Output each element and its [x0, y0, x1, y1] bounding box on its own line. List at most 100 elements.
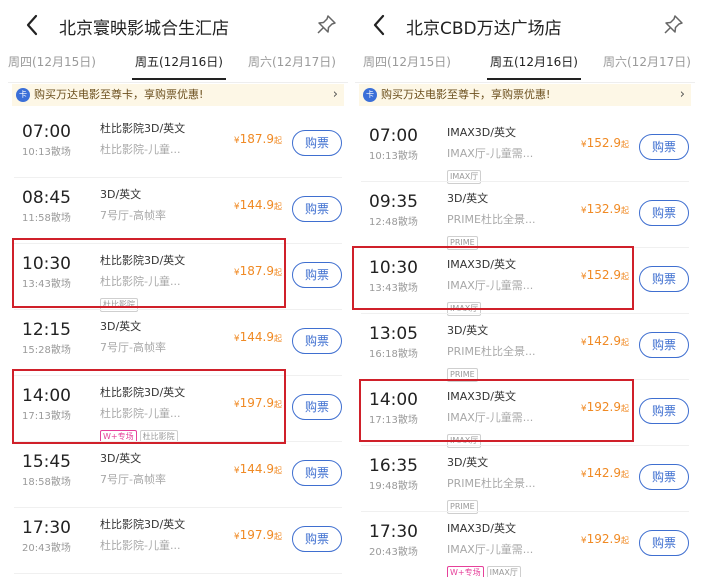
- buy-ticket-button[interactable]: 购票: [292, 394, 342, 420]
- buy-ticket-button[interactable]: 购票: [292, 460, 342, 486]
- tab-date-1[interactable]: 周五(12月16日): [487, 54, 581, 80]
- buy-ticket-button[interactable]: 购票: [639, 332, 689, 358]
- buy-ticket-button[interactable]: 购票: [292, 262, 342, 288]
- price-unit: 起: [621, 140, 629, 149]
- showtime-row[interactable]: 14:00 17:13散场 IMAX3D/英文 IMAX厅-儿童需... IMAX厅 ¥1…: [355, 380, 695, 448]
- end-time: 15:28散场: [22, 345, 71, 356]
- show-format: IMAX3D/英文: [447, 126, 516, 139]
- tab-date-2[interactable]: 周六(12月17日): [248, 54, 336, 80]
- promo-text: 购买万达电影至尊卡，享购票优惠!: [381, 88, 551, 101]
- start-time: 17:30: [22, 518, 71, 538]
- end-time: 18:58散场: [22, 477, 71, 488]
- panel-header: 北京寰映影城合生汇店: [8, 0, 348, 54]
- buy-ticket-button[interactable]: 购票: [292, 196, 342, 222]
- buy-ticket-button[interactable]: 购票: [292, 130, 342, 156]
- start-time: 09:35: [369, 192, 418, 212]
- price: ¥197.9起: [234, 528, 282, 542]
- price-unit: 起: [621, 536, 629, 545]
- buy-ticket-button[interactable]: 购票: [639, 266, 689, 292]
- end-time: 12:48散场: [369, 217, 418, 228]
- start-time: 13:05: [369, 324, 418, 344]
- showtime-row[interactable]: 07:00 10:13散场 IMAX3D/英文 IMAX厅-儿童需... IMAX厅 ¥1…: [355, 116, 695, 184]
- end-time: 20:43散场: [369, 547, 418, 558]
- price: ¥187.9起: [234, 132, 282, 146]
- buy-ticket-button[interactable]: 购票: [639, 530, 689, 556]
- hall-name: 杜比影院-儿童...: [100, 407, 181, 420]
- showtime-row[interactable]: 12:15 15:28散场 3D/英文 7号厅-高帧率 ¥144.9起 购票: [8, 310, 348, 376]
- start-time: 07:00: [369, 126, 418, 146]
- showtime-row[interactable]: 10:30 13:43散场 IMAX3D/英文 IMAX厅-儿童需... IMAX厅 ¥1…: [355, 248, 695, 316]
- tab-date-0[interactable]: 周四(12月15日): [8, 54, 96, 80]
- promo-banner[interactable]: 卡购买万达电影至尊卡，享购票优惠! ›: [359, 84, 691, 106]
- showtime-row[interactable]: 13:05 16:18散场 3D/英文 PRIME杜比全景... PRIME ¥142.9…: [355, 314, 695, 382]
- tab-date-1[interactable]: 周五(12月16日): [132, 54, 226, 80]
- promo-banner[interactable]: 卡购买万达电影至尊卡，享购票优惠! ›: [12, 84, 344, 106]
- price: ¥152.9起: [581, 136, 629, 150]
- end-time: 16:18散场: [369, 349, 418, 360]
- showtime-row[interactable]: 08:45 11:58散场 3D/英文 7号厅-高帧率 ¥144.9起 购票: [8, 178, 348, 244]
- start-time: 10:30: [369, 258, 418, 278]
- buy-ticket-button[interactable]: 购票: [639, 134, 689, 160]
- show-format: 3D/英文: [100, 320, 142, 333]
- hall-name: IMAX厅-儿童需...: [447, 543, 534, 556]
- buy-ticket-button[interactable]: 购票: [639, 200, 689, 226]
- show-format: IMAX3D/英文: [447, 258, 516, 271]
- hall-name: 7号厅-高帧率: [100, 473, 166, 486]
- hall-name: IMAX厅-儿童需...: [447, 411, 534, 424]
- buy-ticket-button[interactable]: 购票: [639, 464, 689, 490]
- price-value: 142.9: [586, 466, 621, 480]
- showtime-row[interactable]: 07:00 10:13散场 杜比影院3D/英文 杜比影院-儿童... ¥187.9起 购票: [8, 112, 348, 178]
- tab-date-0[interactable]: 周四(12月15日): [363, 54, 451, 80]
- showtime-row[interactable]: 17:30 20:43散场 IMAX3D/英文 IMAX厅-儿童需... W+专场 IMA…: [355, 512, 695, 577]
- show-format: 3D/英文: [100, 452, 142, 465]
- tag-list: PRIME: [447, 362, 481, 382]
- price-value: 197.9: [239, 396, 274, 410]
- chevron-left-icon[interactable]: [24, 13, 40, 37]
- start-time: 12:15: [22, 320, 71, 340]
- end-time: 11:58散场: [22, 213, 71, 224]
- tag-list: IMAX厅: [447, 428, 484, 448]
- price: ¥187.9起: [234, 264, 282, 278]
- buy-ticket-button[interactable]: 购票: [292, 328, 342, 354]
- start-time: 07:00: [22, 122, 71, 142]
- tab-date-2[interactable]: 周六(12月17日): [603, 54, 691, 80]
- price: ¥132.9起: [581, 202, 629, 216]
- show-format: 3D/英文: [100, 188, 142, 201]
- end-time: 20:43散场: [22, 543, 71, 554]
- show-format: 杜比影院3D/英文: [100, 254, 186, 267]
- buy-ticket-button[interactable]: 购票: [292, 526, 342, 552]
- price-unit: 起: [274, 268, 282, 277]
- pin-icon[interactable]: [661, 13, 685, 37]
- showtime-row[interactable]: 17:30 20:43散场 杜比影院3D/英文 杜比影院-儿童... ¥197.9起 购票: [8, 508, 348, 574]
- start-time: 10:30: [22, 254, 71, 274]
- show-format: 杜比影院3D/英文: [100, 518, 186, 531]
- showtime-row[interactable]: 15:45 18:58散场 3D/英文 7号厅-高帧率 ¥144.9起 购票: [8, 442, 348, 508]
- price-value: 144.9: [239, 330, 274, 344]
- price-unit: 起: [274, 466, 282, 475]
- hall-name: 7号厅-高帧率: [100, 209, 166, 222]
- price: ¥152.9起: [581, 268, 629, 282]
- showtime-row[interactable]: 14:00 17:13散场 杜比影院3D/英文 杜比影院-儿童... W+专场 杜比影院 ¥…: [8, 376, 348, 444]
- buy-ticket-button[interactable]: 购票: [639, 398, 689, 424]
- price-value: 142.9: [586, 334, 621, 348]
- start-time: 15:45: [22, 452, 71, 472]
- price: ¥192.9起: [581, 532, 629, 546]
- showtime-row[interactable]: 10:30 13:43散场 杜比影院3D/英文 杜比影院-儿童... 杜比影院 ¥187.…: [8, 244, 348, 312]
- price-value: 192.9: [586, 532, 621, 546]
- hall-name: IMAX厅-儿童需...: [447, 279, 534, 292]
- chevron-right-icon: ›: [332, 87, 338, 102]
- panel-header: 北京CBD万达广场店: [355, 0, 695, 54]
- end-time: 13:43散场: [22, 279, 71, 290]
- tag-list: 杜比影院: [100, 292, 141, 312]
- hall-name: IMAX厅-儿童需...: [447, 147, 534, 160]
- chevron-left-icon[interactable]: [371, 13, 387, 37]
- hall-name: PRIME杜比全景...: [447, 477, 536, 490]
- card-icon: 卡: [363, 88, 377, 102]
- pin-icon[interactable]: [314, 13, 338, 37]
- promo-text: 购买万达电影至尊卡，享购票优惠!: [34, 88, 204, 101]
- hall-tag: IMAX厅: [486, 566, 521, 577]
- card-icon: 卡: [16, 88, 30, 102]
- showtime-row[interactable]: 09:35 12:48散场 3D/英文 PRIME杜比全景... PRIME ¥132.9…: [355, 182, 695, 250]
- cinema-title: 北京CBD万达广场店: [406, 19, 562, 39]
- showtime-row[interactable]: 16:35 19:48散场 3D/英文 PRIME杜比全景... PRIME ¥142.9…: [355, 446, 695, 514]
